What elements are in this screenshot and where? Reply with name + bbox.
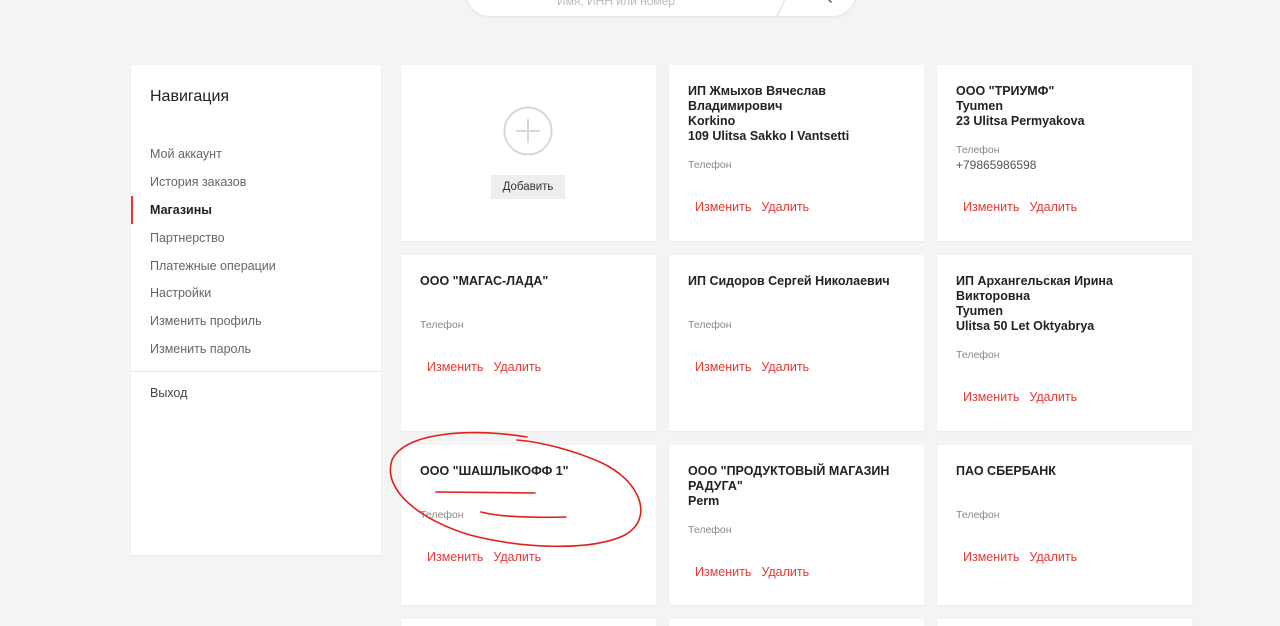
store-card: ИП Архангельская Ирина Викторовна Tyumen… xyxy=(937,255,1192,431)
add-store-button[interactable]: Добавить xyxy=(491,175,565,199)
edit-link[interactable]: Изменить xyxy=(427,360,483,374)
sidebar-item-order-history[interactable]: История заказов xyxy=(131,172,381,200)
store-city: Korkino xyxy=(688,114,736,128)
store-card-partial xyxy=(401,619,656,626)
sidebar-item-edit-profile[interactable]: Изменить профиль xyxy=(131,311,381,339)
store-title: ИП Архангельская Ирина Викторовна Tyumen… xyxy=(956,274,1176,334)
store-card: ООО "МАГАС-ЛАДА" Телефон Изменить Удалить xyxy=(401,255,656,431)
phone-label: Телефон xyxy=(688,159,732,171)
store-title: ООО "ПРОДУКТОВЫЙ МАГАЗИН РАДУГА" Perm xyxy=(688,464,908,509)
store-address: Ulitsa 50 Let Oktyabrya xyxy=(956,319,1095,333)
store-title: ООО "МАГАС-ЛАДА" xyxy=(420,274,640,289)
store-card: ООО "ПРОДУКТОВЫЙ МАГАЗИН РАДУГА" Perm Те… xyxy=(669,445,924,605)
sidebar-item-payments[interactable]: Платежные операции xyxy=(131,256,381,284)
sidebar-item-change-password[interactable]: Изменить пароль xyxy=(131,339,381,367)
store-address: 23 Ulitsa Permyakova xyxy=(956,114,1085,128)
store-title-line: РАДУГА" xyxy=(688,479,743,493)
edit-link[interactable]: Изменить xyxy=(963,390,1019,404)
card-actions: Изменить Удалить xyxy=(695,360,819,374)
store-title-line: ИП Сидоров Сергей Николаевич xyxy=(688,274,890,288)
store-card: ООО "ТРИУМФ" Tyumen 23 Ulitsa Permyakova… xyxy=(937,65,1192,241)
store-title: ООО "ТРИУМФ" Tyumen 23 Ulitsa Permyakova xyxy=(956,84,1176,129)
edit-link[interactable]: Изменить xyxy=(695,360,751,374)
card-actions: Изменить Удалить xyxy=(963,390,1087,404)
store-card-partial xyxy=(937,619,1192,626)
search-input[interactable]: Имя, ИНН или номер xyxy=(557,0,675,8)
sidebar-title: Навигация xyxy=(150,88,230,105)
phone-label: Телефон xyxy=(688,319,732,331)
store-card-partial xyxy=(669,619,924,626)
store-title: ПАО СБЕРБАНК xyxy=(956,464,1176,479)
store-address: 109 Ulitsa Sakko I Vantsetti xyxy=(688,129,850,143)
phone-label: Телефон xyxy=(956,509,1000,521)
nav-list: Мой аккаунт История заказов Магазины Пар… xyxy=(131,144,381,367)
delete-link[interactable]: Удалить xyxy=(1029,550,1077,564)
store-card: ПАО СБЕРБАНК Телефон Изменить Удалить xyxy=(937,445,1192,605)
phone-label: Телефон xyxy=(956,144,1000,156)
store-city: Perm xyxy=(688,494,720,508)
store-city: Tyumen xyxy=(956,99,1003,113)
store-title-line: Владимирович xyxy=(688,99,783,113)
delete-link[interactable]: Удалить xyxy=(493,550,541,564)
store-card: ИП Жмыхов Вячеслав Владимирович Korkino … xyxy=(669,65,924,241)
card-actions: Изменить Удалить xyxy=(695,565,819,579)
store-title-line: ИП Жмыхов Вячеслав xyxy=(688,84,826,98)
card-actions: Изменить Удалить xyxy=(963,200,1087,214)
store-title: ИП Жмыхов Вячеслав Владимирович Korkino … xyxy=(688,84,908,144)
delete-link[interactable]: Удалить xyxy=(761,200,809,214)
store-title-line: ООО "ШАШЛЫКОФФ 1" xyxy=(420,464,569,478)
search-bar[interactable]: Имя, ИНН или номер xyxy=(467,0,855,17)
card-actions: Изменить Удалить xyxy=(427,550,551,564)
sidebar-item-my-account[interactable]: Мой аккаунт xyxy=(131,144,381,172)
store-title-line: ООО "МАГАС-ЛАДА" xyxy=(420,274,549,288)
plus-circle-icon[interactable] xyxy=(503,106,553,156)
phone-label: Телефон xyxy=(688,524,732,536)
card-actions: Изменить Удалить xyxy=(427,360,551,374)
sidebar-nav: Навигация Мой аккаунт История заказов Ма… xyxy=(131,65,381,555)
store-title-line: ИП Архангельская Ирина xyxy=(956,274,1113,288)
store-title: ООО "ШАШЛЫКОФФ 1" xyxy=(420,464,640,479)
edit-link[interactable]: Изменить xyxy=(963,200,1019,214)
store-card: ООО "ШАШЛЫКОФФ 1" Телефон Изменить Удалит… xyxy=(401,445,656,605)
delete-link[interactable]: Удалить xyxy=(493,360,541,374)
page: Имя, ИНН или номер Навигация Мой аккаунт… xyxy=(0,0,1280,626)
store-title-line: Викторовна xyxy=(956,289,1031,303)
store-title-line: ООО "ТРИУМФ" xyxy=(956,84,1055,98)
logout-link[interactable]: Выход xyxy=(150,386,187,400)
card-actions: Изменить Удалить xyxy=(695,200,819,214)
edit-link[interactable]: Изменить xyxy=(695,200,751,214)
phone-label: Телефон xyxy=(956,349,1000,361)
sidebar-item-settings[interactable]: Настройки xyxy=(131,283,381,311)
edit-link[interactable]: Изменить xyxy=(963,550,1019,564)
store-title: ИП Сидоров Сергей Николаевич xyxy=(688,274,908,289)
delete-link[interactable]: Удалить xyxy=(761,565,809,579)
sidebar-item-partnership[interactable]: Партнерство xyxy=(131,228,381,256)
edit-link[interactable]: Изменить xyxy=(695,565,751,579)
delete-link[interactable]: Удалить xyxy=(761,360,809,374)
store-title-line: ООО "ПРОДУКТОВЫЙ МАГАЗИН xyxy=(688,464,890,478)
phone-value: +79865986598 xyxy=(956,158,1037,172)
delete-link[interactable]: Удалить xyxy=(1029,390,1077,404)
sidebar-item-stores[interactable]: Магазины xyxy=(131,195,381,228)
phone-label: Телефон xyxy=(420,319,464,331)
phone-label: Телефон xyxy=(420,509,464,521)
store-card: ИП Сидоров Сергей Николаевич Телефон Изм… xyxy=(669,255,924,431)
delete-link[interactable]: Удалить xyxy=(1029,200,1077,214)
store-title-line: ПАО СБЕРБАНК xyxy=(956,464,1056,478)
nav-divider xyxy=(131,371,381,372)
search-divider xyxy=(776,0,795,17)
search-icon[interactable] xyxy=(815,0,833,4)
edit-link[interactable]: Изменить xyxy=(427,550,483,564)
add-store-card[interactable]: Добавить xyxy=(401,65,656,241)
card-actions: Изменить Удалить xyxy=(963,550,1087,564)
store-city: Tyumen xyxy=(956,304,1003,318)
